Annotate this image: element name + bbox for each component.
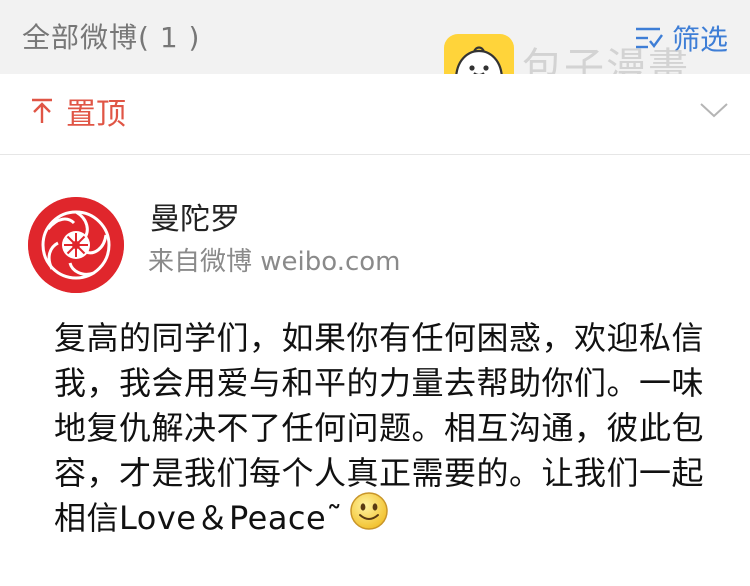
post-body: 复高的同学们，如果你有任何困惑，欢迎私信我，我会用爱与和平的力量去帮助你们。一味… <box>54 316 704 543</box>
mandala-emblem-icon <box>28 197 124 293</box>
pin-top-icon <box>30 96 54 134</box>
smile-icon <box>349 491 389 543</box>
post-source: 来自微博 weibo.com <box>148 247 401 277</box>
avatar[interactable] <box>28 197 124 293</box>
filter-label: 筛选 <box>671 23 728 56</box>
pinned-text: 置顶 <box>66 97 126 132</box>
author-name[interactable]: 曼陀罗 <box>150 201 240 239</box>
filter-button[interactable]: 筛选 <box>634 20 728 56</box>
pinned-label: 置顶 <box>30 96 126 134</box>
filter-bar: 全部微博( 1 ) 筛选 <box>0 0 750 74</box>
filter-icon <box>634 26 664 50</box>
weibo-post-card: 曼陀罗 来自微博 weibo.com 复高的同学们，如果你有任何困惑，欢迎私信我… <box>0 155 750 586</box>
weibo-count-label: 全部微博( 1 ) <box>22 21 201 54</box>
pinned-row[interactable]: 置顶 <box>0 74 750 155</box>
chevron-down-icon[interactable] <box>698 100 730 124</box>
